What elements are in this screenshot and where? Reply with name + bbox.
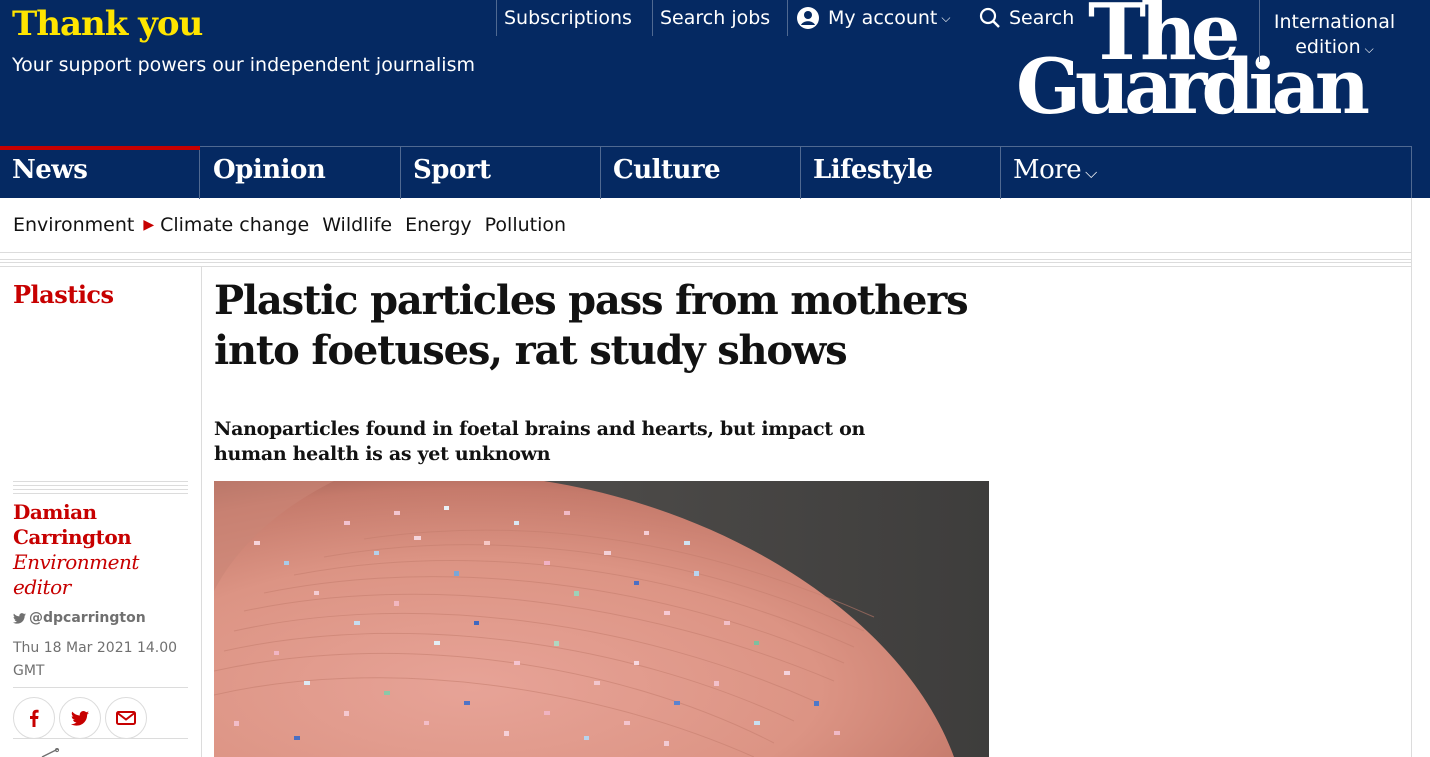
article-meta-column: Plastics Damian Carrington Environment e…: [0, 267, 202, 757]
edition-selector[interactable]: International edition ⌵: [1259, 0, 1409, 62]
my-account-label: My account: [828, 7, 938, 29]
article-standfirst: Nanoparticles found in foetal brains and…: [214, 418, 865, 465]
pillar-culture-label: Culture: [613, 155, 721, 185]
pillar-sport[interactable]: Sport: [401, 147, 601, 199]
subnav-energy[interactable]: Energy: [405, 214, 472, 236]
article-headline: Plastic particles pass from mothers into…: [214, 277, 969, 374]
subscriptions-label: Subscriptions: [504, 7, 632, 29]
facebook-icon: [30, 709, 39, 727]
pillar-nav: News Opinion Sport Culture Lifestyle Mor…: [0, 146, 1412, 199]
edition-label-line2: edition: [1295, 36, 1361, 58]
author-role: Environment editor: [13, 550, 139, 600]
pillar-more-label: More: [1013, 155, 1082, 185]
pillar-news[interactable]: News: [0, 146, 200, 199]
account-icon: [797, 7, 819, 29]
share-buttons: [13, 697, 151, 739]
share-email-button[interactable]: [105, 697, 147, 739]
subnav-wildlife[interactable]: Wildlife: [322, 214, 392, 236]
share-divider-bottom: [13, 738, 188, 739]
twitter-icon: [71, 710, 89, 726]
section-label[interactable]: Plastics: [13, 280, 114, 309]
chevron-down-icon: ⌵: [1085, 163, 1097, 182]
publish-date: Thu 18 Mar 2021 14.00 GMT: [13, 637, 188, 683]
search-jobs-link[interactable]: Search jobs: [652, 0, 770, 36]
pillar-sport-label: Sport: [413, 155, 491, 185]
pillar-culture[interactable]: Culture: [601, 147, 801, 199]
section-divider: [0, 259, 1412, 267]
pillar-lifestyle[interactable]: Lifestyle: [801, 147, 1001, 199]
edition-label-line1: International: [1273, 11, 1396, 33]
comment-icon[interactable]: [40, 746, 60, 757]
chevron-down-icon: ⌵: [1364, 42, 1374, 56]
author-first-name: Damian: [13, 500, 97, 524]
share-facebook-button[interactable]: [13, 697, 55, 739]
pillar-lifestyle-label: Lifestyle: [813, 155, 933, 185]
support-message: Your support powers our independent jour…: [12, 54, 475, 76]
twitter-icon: [13, 612, 26, 624]
publish-date-line2: GMT: [13, 663, 45, 679]
pillar-more[interactable]: More ⌵: [1001, 147, 1411, 199]
sub-navigation: Environment ▶ Climate change Wildlife En…: [0, 198, 1412, 253]
search-icon: [979, 7, 1000, 28]
arrow-right-icon: ▶: [143, 217, 155, 233]
site-header: Thank you Your support powers our indepe…: [0, 0, 1430, 199]
chevron-down-icon: ⌵: [941, 10, 951, 25]
subnav-climate-change[interactable]: Climate change: [160, 214, 309, 236]
fingertip-microplastics-photo: [214, 481, 989, 757]
subnav-pollution[interactable]: Pollution: [485, 214, 566, 236]
pillar-news-label: News: [12, 155, 88, 185]
search-jobs-label: Search jobs: [660, 7, 771, 29]
author-name[interactable]: Damian Carrington: [13, 500, 132, 550]
author-role-line1: Environment: [13, 550, 139, 574]
subnav-environment[interactable]: Environment: [13, 214, 134, 236]
main-article-image[interactable]: [214, 481, 989, 757]
share-twitter-button[interactable]: [59, 697, 101, 739]
page-right-border: [1411, 198, 1412, 757]
author-twitter-link[interactable]: @dpcarrington: [13, 610, 146, 626]
thank-you-heading: Thank you: [12, 4, 203, 44]
author-role-line2: editor: [13, 575, 71, 599]
subscriptions-link[interactable]: Subscriptions: [496, 0, 632, 36]
pillar-opinion[interactable]: Opinion: [201, 147, 401, 199]
pillar-divider: [1411, 147, 1412, 199]
twitter-handle: @dpcarrington: [29, 610, 146, 626]
pillar-opinion-label: Opinion: [213, 155, 326, 185]
email-icon: [116, 711, 136, 725]
my-account-menu[interactable]: My account ⌵: [787, 0, 950, 36]
share-divider: [13, 687, 188, 688]
publish-date-line1: Thu 18 Mar 2021 14.00: [13, 640, 178, 656]
author-last-name: Carrington: [13, 525, 132, 549]
meta-divider: [13, 481, 188, 495]
